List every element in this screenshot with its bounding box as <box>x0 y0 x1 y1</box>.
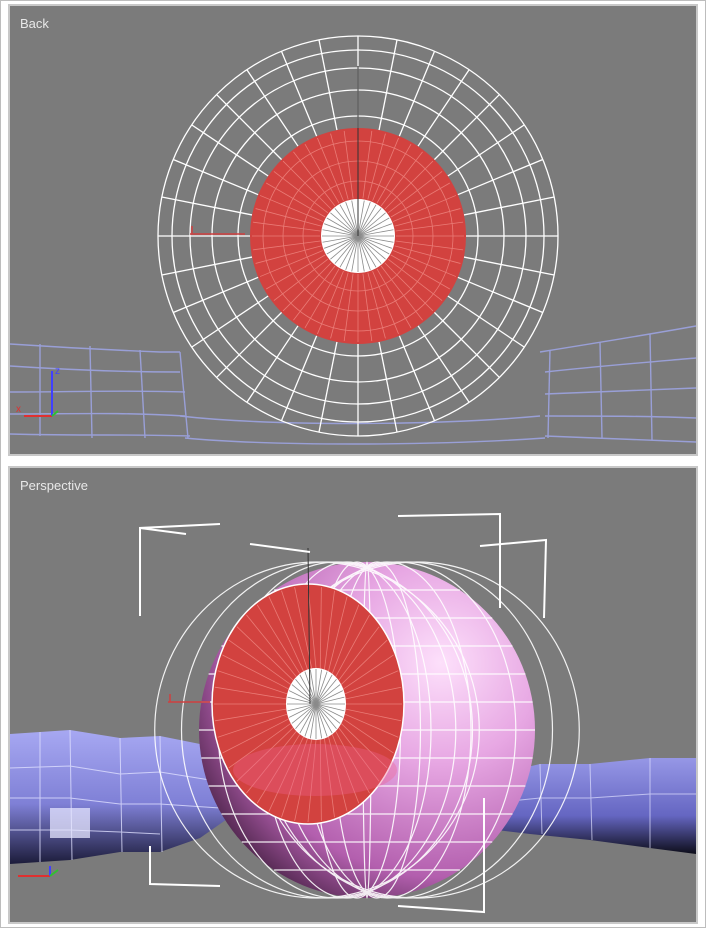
wire-spoke <box>433 94 500 161</box>
wire-spoke <box>191 124 269 177</box>
wire-spoke <box>398 335 436 422</box>
wire-spoke <box>161 196 253 216</box>
wire-spoke <box>463 196 555 216</box>
wire-spoke <box>398 50 436 137</box>
wire-spoke <box>161 256 253 276</box>
viewport-label-back[interactable]: Back <box>20 16 49 31</box>
wire-spoke <box>280 335 318 422</box>
perspective-view-canvas[interactable] <box>10 468 696 922</box>
wire-spoke <box>280 50 318 137</box>
viewport-label-perspective[interactable]: Perspective <box>20 478 88 493</box>
wire-spoke <box>447 295 525 348</box>
wire-spoke <box>246 325 299 403</box>
viewport-perspective[interactable]: Perspective <box>8 466 698 924</box>
axis-tripod-icon <box>18 866 59 877</box>
wire-spoke <box>216 94 283 161</box>
wire-spoke <box>433 311 500 378</box>
iris[interactable] <box>211 583 405 825</box>
axis-tripod-icon: z x <box>16 366 60 417</box>
wire-spoke <box>318 341 338 433</box>
wire-spoke <box>417 69 470 147</box>
back-view-canvas[interactable]: z x <box>10 6 696 454</box>
wire-spoke <box>191 295 269 348</box>
wire-spoke <box>457 276 544 314</box>
wire-spoke <box>378 341 398 433</box>
wire-spoke <box>318 39 338 131</box>
wire-spoke <box>246 69 299 147</box>
wire-spoke <box>463 256 555 276</box>
wire-spoke <box>457 158 544 196</box>
pivot-marker <box>190 226 245 235</box>
wire-spoke <box>417 325 470 403</box>
wire-spoke <box>216 311 283 378</box>
svg-text:z: z <box>55 366 60 377</box>
wire-spoke <box>172 276 259 314</box>
wire-spoke <box>447 124 525 177</box>
svg-text:x: x <box>16 404 21 415</box>
viewport-back[interactable]: Back z x <box>8 4 698 456</box>
wire-spoke <box>172 158 259 196</box>
wire-spoke <box>378 39 398 131</box>
